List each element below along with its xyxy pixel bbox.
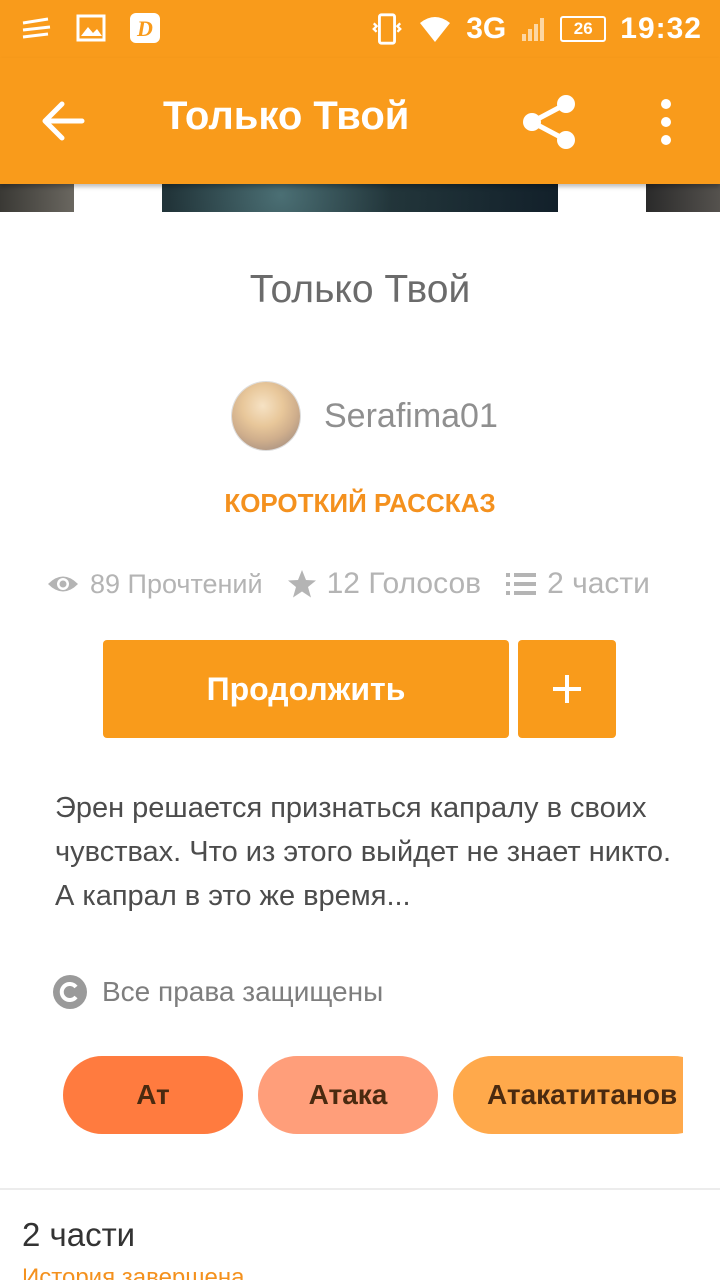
network-type: 3G [466,12,507,45]
add-to-library-button[interactable] [518,640,616,738]
star-icon [287,570,316,598]
votes-stat: 12 Голосов [287,567,481,601]
story-category[interactable]: КОРОТКИЙ РАССКАЗ [0,488,720,519]
tag-chip[interactable]: Атака [258,1056,438,1134]
vibrate-icon [370,13,404,45]
battery-icon: 26 [560,16,607,42]
status-left-icons: D [20,12,162,44]
cover-image-prev[interactable] [0,184,74,212]
app-bar: Только Твой [0,58,720,184]
status-time: 19:32 [620,12,702,45]
author-avatar[interactable] [232,382,300,450]
story-description: Эрен решается признаться капралу в своих… [55,792,672,912]
more-vert-icon [661,99,671,145]
reads-count: 89 Прочтений [90,568,263,599]
tags-row[interactable]: Ат Атака Атакатитанов [63,1056,683,1134]
author-name[interactable]: Serafima01 [324,397,498,436]
share-button[interactable] [520,92,580,152]
votes-count: 12 Голосов [326,567,482,600]
reads-stat: 89 Прочтений [46,569,263,600]
plus-icon [553,675,581,703]
share-icon [523,95,575,149]
copyright-text: Все права защищены [102,976,384,1007]
story-completion-status: История завершена [22,1264,245,1280]
list-icon [506,573,537,595]
back-button[interactable] [38,98,88,144]
notification-icon [20,12,54,44]
story-stats: 89 Прочтений 12 Голосов 2 части [46,562,674,606]
continue-reading-button[interactable]: Продолжить [103,640,509,738]
wifi-icon [418,13,452,45]
copyright-row: Все права защищены [52,972,383,1012]
signal-icon [520,13,546,45]
tag-chip[interactable]: Ат [63,1056,243,1134]
more-options-button[interactable] [648,96,684,148]
tag-chip[interactable]: Атакатитанов [453,1056,683,1134]
svg-text:D: D [136,16,153,41]
status-right-icons: 3G 26 19:32 [370,6,702,52]
app-d-icon: D [128,12,162,44]
app-bar-title: Только Твой [163,94,410,138]
parts-stat: 2 части [505,567,650,601]
story-title: Только Твой [249,268,471,311]
copyright-icon [53,975,87,1009]
image-icon [74,12,108,44]
eye-icon [48,576,78,592]
parts-count: 2 части [547,567,650,600]
arrow-left-icon [42,101,85,141]
section-divider [0,1188,720,1190]
author-row[interactable]: Serafima01 [232,382,498,450]
cover-image-current[interactable] [162,184,558,212]
status-bar: D 3G 26 19:32 [0,0,720,58]
cover-image-next[interactable] [646,184,720,212]
parts-section-title: 2 части [22,1216,136,1253]
cover-carousel[interactable] [0,184,720,214]
